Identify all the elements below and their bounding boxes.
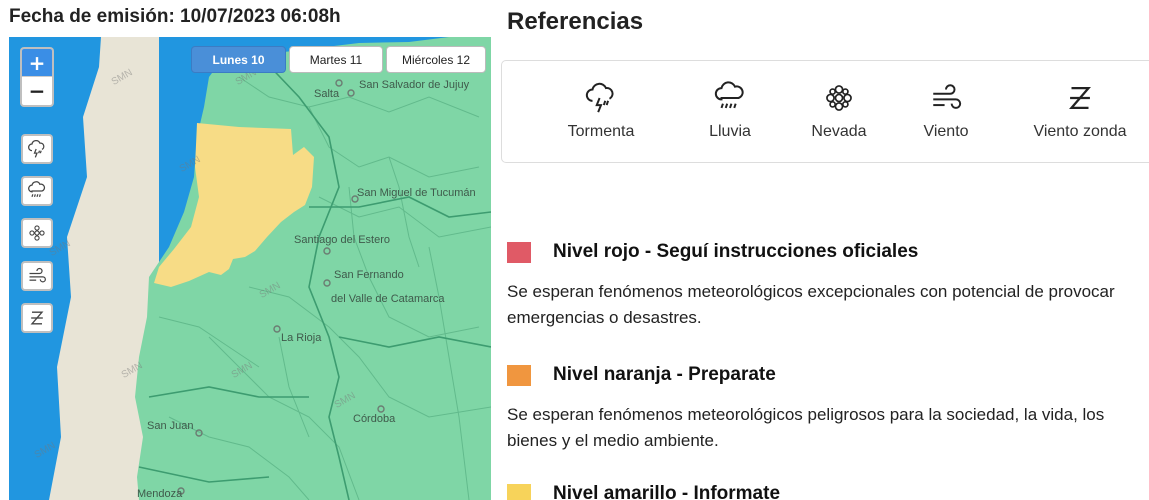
storm-icon [585,82,614,113]
zoom-out-button[interactable]: − [22,77,52,105]
place-label: Córdoba [353,413,396,425]
snow-filter-button[interactable] [21,218,53,248]
place-label: Santiago del Estero [294,234,391,246]
place-label: San Juan [147,420,194,432]
wind-icon [29,267,46,283]
reference-item: Nevada [799,81,879,141]
references-panel: Tormenta Lluvia Nevada Viento Viento zon… [501,60,1149,163]
level-description: Se esperan fenómenos meteorológicos peli… [507,405,1105,450]
reference-item: Tormenta [561,81,641,141]
emission-date: Fecha de emisión: 10/07/2023 06:08h [9,6,341,27]
place-label: San Miguel de Tucumán [357,187,476,199]
zonda-filter-button[interactable] [21,303,53,333]
rain-filter-button[interactable] [21,176,53,206]
place-label: San Salvador de Jujuy [359,79,470,91]
zoom-control: + − [20,47,54,107]
snow-icon [29,225,45,241]
place-label: Salta [314,88,340,100]
zonda-wind-icon [1069,86,1091,110]
reference-label: Tormenta [567,123,635,140]
level-swatch [507,365,531,386]
reference-item: Lluvia [690,81,770,141]
reference-label: Nevada [811,123,867,140]
level-description: Se esperan fenómenos meteorológicos exce… [507,282,1115,327]
references-title: Referencias [507,8,644,35]
rain-icon [28,181,46,198]
zonda-wind-icon [30,311,44,325]
reference-item: Viento [906,81,986,141]
place-label: Mendoza [137,488,183,500]
place-label: San Fernando [334,269,404,281]
level-title: Nivel naranja - Preparate [553,364,776,385]
rain-icon [714,81,744,109]
level-swatch [507,242,531,263]
level-swatch [507,484,531,500]
day-tabs: Lunes 10 Martes 11 Miércoles 12 [191,46,486,73]
tab-martes[interactable]: Martes 11 [289,46,383,73]
place-label: del Valle de Catamarca [331,293,445,305]
map-base [49,37,491,500]
place-label: La Rioja [281,332,322,344]
tab-miercoles[interactable]: Miércoles 12 [386,46,486,73]
level-title: Nivel amarillo - Informate [553,483,781,500]
level-title: Nivel rojo - Seguí instrucciones oficial… [553,241,919,262]
zoom-in-button[interactable]: + [22,49,52,77]
wind-filter-button[interactable] [21,261,53,291]
storm-filter-button[interactable] [21,134,53,164]
tab-lunes[interactable]: Lunes 10 [191,46,286,73]
reference-item: Viento zonda [1020,81,1140,141]
alert-map[interactable]: SMN SMN SMN SMN SMN SMN SMN SMN SMN Salt… [9,37,491,500]
storm-icon [28,140,45,158]
reference-label: Viento [923,123,969,140]
reference-label: Lluvia [709,123,751,140]
snow-icon [826,85,852,111]
wind-icon [933,84,962,109]
reference-label: Viento zonda [1033,123,1127,140]
